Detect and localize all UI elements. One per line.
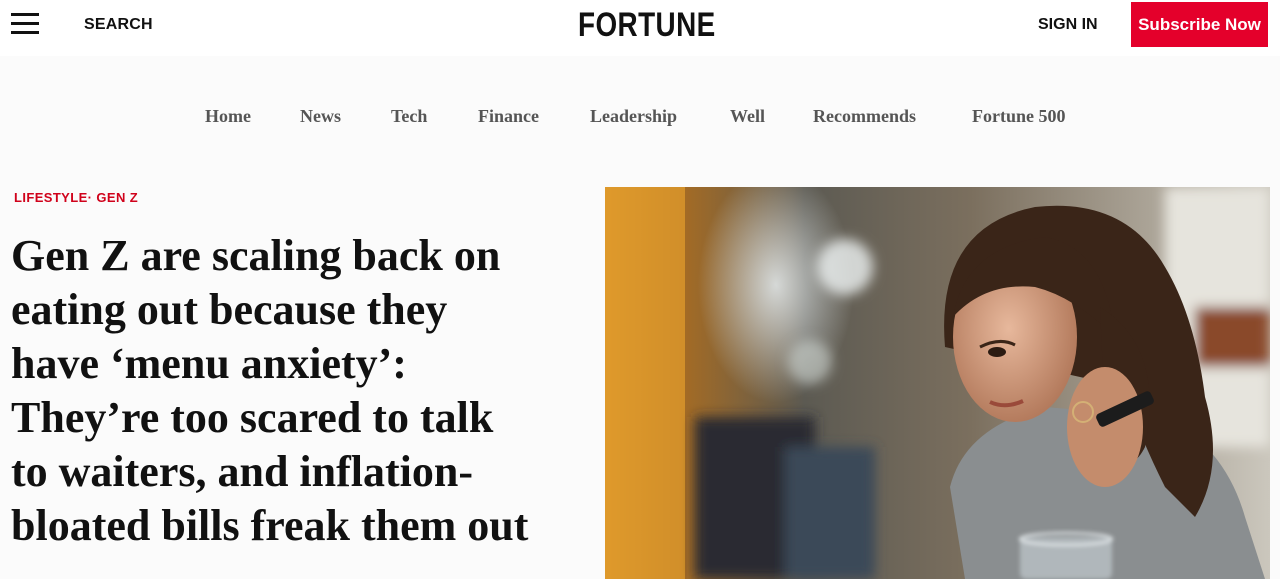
headline-line: They’re too scared to talk [11, 393, 494, 442]
article-headline: Gen Z are scaling back on eating out bec… [11, 229, 596, 553]
nav-item-fortune-500[interactable]: Fortune 500 [972, 106, 1066, 127]
site-header: SEARCH FORTUNE SIGN IN Subscribe Now [0, 0, 1280, 56]
headline-line: Gen Z are scaling back on [11, 231, 501, 280]
search-link[interactable]: SEARCH [84, 16, 153, 34]
headline-line: eating out because they [11, 285, 448, 334]
headline-line: to waiters, and inflation- [11, 447, 473, 496]
headline-line: have ‘menu anxiety’: [11, 339, 407, 388]
subscribe-button[interactable]: Subscribe Now [1131, 2, 1268, 47]
hamburger-menu-icon[interactable] [11, 13, 39, 35]
main-nav: Home News Tech Finance Leadership Well R… [0, 106, 1280, 134]
water-glass [1019, 532, 1113, 579]
nav-item-tech[interactable]: Tech [391, 106, 427, 127]
nav-item-leadership[interactable]: Leadership [590, 106, 677, 127]
hero-photo-woman-in-restaurant [605, 187, 1270, 579]
article-kicker[interactable]: LIFESTYLE· GEN Z [14, 190, 138, 205]
nav-item-news[interactable]: News [300, 106, 341, 127]
sign-in-link[interactable]: SIGN IN [1038, 16, 1098, 34]
nav-item-home[interactable]: Home [205, 106, 251, 127]
fortune-logo[interactable]: FORTUNE [578, 6, 716, 45]
nav-item-well[interactable]: Well [730, 106, 765, 127]
headline-line: bloated bills freak them out [11, 501, 529, 550]
nav-item-recommends[interactable]: Recommends [813, 106, 916, 127]
hero-image [605, 187, 1270, 579]
nav-item-finance[interactable]: Finance [478, 106, 539, 127]
